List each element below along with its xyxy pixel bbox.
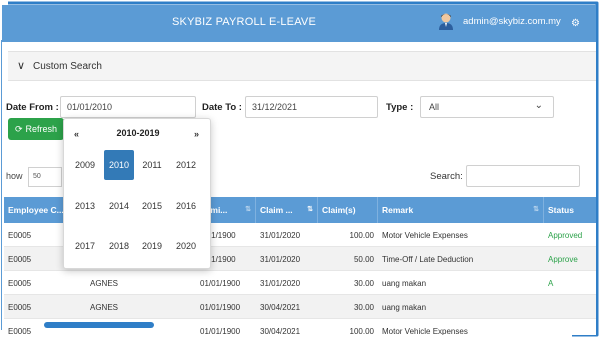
year-option-selected[interactable]: 2010 xyxy=(104,150,134,180)
app-title: SKYBIZ PAYROLL E-LEAVE xyxy=(172,16,316,28)
date-from-input[interactable]: 01/01/2010 xyxy=(60,96,196,118)
cell-claim-date: 31/01/2020 xyxy=(260,279,301,288)
type-select-value: All xyxy=(429,102,440,112)
year-option[interactable]: 2013 xyxy=(70,191,100,221)
type-select[interactable]: All ⌄ xyxy=(420,96,554,118)
year-option[interactable]: 2009 xyxy=(70,150,100,180)
cell-remark: Motor Vehicle Expenses xyxy=(382,327,468,335)
gear-icon[interactable]: ⚙ xyxy=(571,18,580,29)
cell-status: Approve xyxy=(548,255,578,264)
cell-name: AGNES xyxy=(90,303,119,312)
cell-status xyxy=(544,319,596,335)
refresh-label: Refresh xyxy=(25,124,58,134)
col-claim-amount[interactable]: Claim(s) xyxy=(318,197,378,223)
col-claim-date[interactable]: Claim ... ⇅ xyxy=(256,197,318,223)
sort-icon: ⇅ xyxy=(245,206,251,213)
year-option[interactable]: 2017 xyxy=(70,231,100,261)
cell-claim-date: 31/01/2020 xyxy=(260,255,301,264)
cell-remark: Time-Off / Late Deduction xyxy=(382,255,474,264)
cell-submit-date: 01/01/1900 xyxy=(200,303,241,312)
show-entries-label: how xyxy=(6,171,23,181)
year-option[interactable]: 2018 xyxy=(104,231,134,261)
sort-asc-icon: ⇅ xyxy=(307,206,313,213)
custom-search-label: Custom Search xyxy=(33,61,102,72)
top-bar: SKYBIZ PAYROLL E-LEAVE admin@skybiz.com.… xyxy=(2,5,596,42)
decade-title[interactable]: 2010-2019 xyxy=(64,128,212,138)
table-row[interactable]: E0005 AGNES 01/01/1900 30/04/2021 30.00 … xyxy=(4,295,596,319)
year-picker-popup: « 2010-2019 » 2009 2010 2011 2012 2013 2… xyxy=(63,118,211,269)
col-claim-date-label: Claim ... xyxy=(260,205,293,215)
table-search-input[interactable] xyxy=(466,165,580,187)
user-email: admin@skybiz.com.my xyxy=(463,15,561,27)
cell-amount: 100.00 xyxy=(349,327,374,335)
next-decade-button[interactable]: » xyxy=(194,129,199,139)
cell-remark: uang makan xyxy=(382,303,427,312)
cell-status xyxy=(544,295,596,319)
col-status[interactable]: Status xyxy=(544,197,596,223)
app-window: SKYBIZ PAYROLL E-LEAVE admin@skybiz.com.… xyxy=(2,5,596,335)
cell-status: Approved xyxy=(548,231,583,240)
table-row[interactable]: E0005 AGNES 01/01/1900 31/01/2020 30.00 … xyxy=(4,271,596,295)
chevron-down-icon: ∨ xyxy=(17,60,26,72)
year-option[interactable]: 2011 xyxy=(137,150,167,180)
cell-name: AGNES xyxy=(90,279,119,288)
sort-icon: ⇅ xyxy=(533,206,539,213)
cell-claim-date: 30/04/2021 xyxy=(260,327,301,335)
chevron-down-icon: ⌄ xyxy=(534,100,543,111)
refresh-icon: ⟳ xyxy=(14,123,23,134)
year-option[interactable]: 2012 xyxy=(171,150,201,180)
cell-amount: 30.00 xyxy=(353,303,374,312)
cell-remark: Motor Vehicle Expenses xyxy=(382,231,468,240)
table-search-label: Search: xyxy=(430,171,463,182)
col-remark-label: Remark xyxy=(382,205,414,215)
date-to-label: Date To : xyxy=(202,102,242,113)
cell-amount: 30.00 xyxy=(353,279,374,288)
cell-amount: 50.00 xyxy=(353,255,374,264)
user-menu[interactable]: admin@skybiz.com.my xyxy=(438,12,561,30)
user-avatar-icon xyxy=(439,13,453,30)
col-remark[interactable]: Remark ⇅ xyxy=(378,197,544,223)
cell-amount: 100.00 xyxy=(349,231,374,240)
page-size-select[interactable]: 50 xyxy=(28,167,62,187)
year-option[interactable]: 2016 xyxy=(171,191,201,221)
cell-remark: uang makan xyxy=(382,279,427,288)
cell-status: A xyxy=(548,279,554,288)
custom-search-toggle[interactable]: ∨ Custom Search xyxy=(8,51,596,81)
cell-employee: E0005 xyxy=(8,279,32,288)
year-option[interactable]: 2015 xyxy=(137,191,167,221)
year-option[interactable]: 2020 xyxy=(171,231,201,261)
type-label: Type : xyxy=(386,102,414,113)
cell-claim-date: 31/01/2020 xyxy=(260,231,301,240)
cell-employee: E0005 xyxy=(8,303,32,312)
date-to-input[interactable]: 31/12/2021 xyxy=(245,96,378,118)
scroll-indicator xyxy=(44,322,154,328)
cell-claim-date: 30/04/2021 xyxy=(260,303,301,312)
year-option[interactable]: 2019 xyxy=(137,231,167,261)
year-option[interactable]: 2014 xyxy=(104,191,134,221)
cell-submit-date: 01/01/1900 xyxy=(200,327,241,335)
date-from-label: Date From : xyxy=(6,102,59,113)
refresh-button[interactable]: ⟳ Refresh xyxy=(8,118,64,140)
cell-submit-date: 01/01/1900 xyxy=(200,279,241,288)
